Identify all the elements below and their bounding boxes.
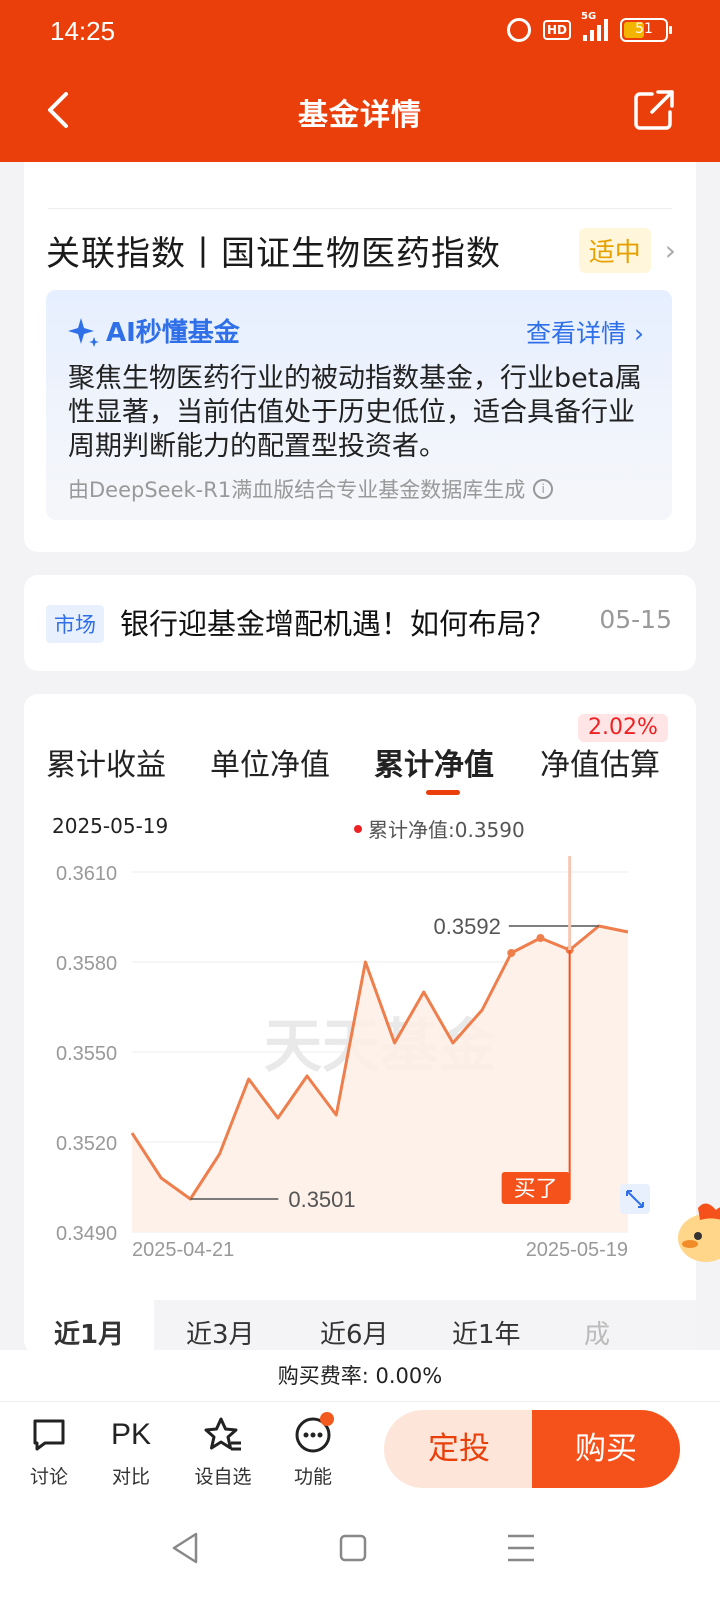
- purchase-fee: 购买费率: 0.00%: [0, 1350, 720, 1402]
- ai-summary-text: 聚焦生物医药行业的被动指数基金，行业beta属性显著，当前估值处于历史低位，适合…: [68, 363, 642, 462]
- period-6m[interactable]: 近6月: [320, 1314, 389, 1351]
- notification-dot: [320, 1412, 334, 1426]
- active-tab-indicator: [426, 790, 460, 795]
- y-tick-label: 0.3490: [56, 1223, 117, 1245]
- y-tick-label: 0.3550: [56, 1043, 117, 1065]
- chevron-right-icon: ›: [664, 233, 676, 267]
- share-icon[interactable]: [632, 88, 676, 132]
- y-tick-label: 0.3580: [56, 953, 117, 975]
- period-since-inception[interactable]: 成: [584, 1314, 610, 1351]
- chart-tabs: 累计收益 单位净值 累计净值 净值估算 2.02%: [24, 714, 696, 795]
- network-label: 5G: [581, 11, 597, 22]
- news-card[interactable]: 市场 银行迎基金增配机遇！如何布局？ 05-15: [24, 575, 696, 671]
- max-label: 0.3592: [434, 914, 501, 939]
- status-time: 14:25: [50, 16, 116, 46]
- status-icons: HD 5G 51: [506, 11, 672, 42]
- add-watchlist-button[interactable]: 设自选: [188, 1414, 258, 1489]
- chart-legend: 累计净值:0.3590: [354, 814, 525, 843]
- auto-invest-button[interactable]: 定投: [384, 1410, 534, 1488]
- ai-source-text: 由DeepSeek-R1满血版结合专业基金数据库生成: [68, 478, 526, 502]
- add-watchlist-label: 设自选: [194, 1466, 252, 1488]
- tab-cumulative-return[interactable]: 累计收益: [46, 740, 166, 784]
- ai-header: AI秒懂基金: [68, 312, 240, 349]
- bottom-action-bar: 讨论 PK 对比 设自选 功能 定投 购买: [0, 1402, 720, 1500]
- related-index-label: 关联指数丨国证生物医药指数: [46, 233, 501, 274]
- system-nav-bar: [0, 1500, 720, 1600]
- y-tick-label: 0.3520: [56, 1133, 117, 1155]
- chart-card: 累计收益 单位净值 累计净值 净值估算 2.02% 2025-05-19 累计净…: [24, 694, 696, 1354]
- ai-details-link[interactable]: 查看详情 ›: [526, 314, 644, 350]
- buy-button[interactable]: 购买: [532, 1410, 680, 1488]
- news-headline: 银行迎基金增配机遇！如何布局？: [120, 607, 556, 641]
- discuss-button[interactable]: 讨论: [14, 1414, 84, 1489]
- x-tick-end: 2025-05-19: [526, 1239, 628, 1261]
- page-title: 基金详情: [298, 98, 422, 133]
- x-tick-start: 2025-04-21: [132, 1239, 234, 1261]
- hd-icon: HD: [542, 20, 571, 40]
- nav-bar: 基金详情: [0, 76, 720, 142]
- data-point: [536, 934, 545, 942]
- fund-info-card: 日涨幅 05-19 近1年 净值 05-19 关联指数丨国证生物医药指数 适中 …: [24, 140, 696, 552]
- alarm-icon: [506, 18, 531, 42]
- buy-marker-label: 买了: [514, 1177, 558, 1202]
- top-bar: 14:25 HD 5G 51 基金详情: [0, 0, 720, 162]
- signal-icon: 5G: [581, 11, 608, 41]
- status-bar: 14:25 HD 5G 51: [0, 0, 720, 66]
- mascot-icon[interactable]: [676, 1198, 720, 1268]
- ai-source-note: 由DeepSeek-R1满血版结合专业基金数据库生成 i: [68, 474, 554, 504]
- pk-icon: PK: [110, 1418, 152, 1451]
- data-point: [507, 949, 516, 957]
- news-date: 05-15: [599, 605, 672, 634]
- legend-text: 累计净值:0.3590: [368, 818, 525, 842]
- battery-level: 51: [635, 21, 653, 37]
- legend-dot: [354, 824, 362, 833]
- ai-title: AI秒懂基金: [106, 318, 240, 348]
- period-1y[interactable]: 近1年: [452, 1314, 521, 1351]
- compare-label: 对比: [111, 1466, 150, 1488]
- estimate-badge: 2.02%: [578, 714, 668, 742]
- info-icon[interactable]: i: [533, 479, 554, 499]
- tab-nav-estimate[interactable]: 净值估算: [540, 740, 660, 784]
- news-tag: 市场: [46, 605, 104, 643]
- sparkle-icon: [68, 317, 99, 347]
- battery-icon: 51: [620, 18, 672, 42]
- related-index-row[interactable]: 关联指数丨国证生物医药指数 适中 ›: [46, 220, 676, 280]
- chat-icon: [33, 1419, 65, 1451]
- nav-chart[interactable]: 0.36100.35800.35500.35200.3490天天基金0.3592…: [24, 844, 696, 1304]
- nav-menu-icon[interactable]: [506, 1530, 536, 1566]
- star-icon: [204, 1417, 241, 1451]
- period-1m[interactable]: 近1月: [54, 1314, 124, 1351]
- y-tick-label: 0.3610: [56, 863, 117, 885]
- valuation-badge: 适中: [578, 227, 651, 273]
- tab-unit-nav[interactable]: 单位净值: [210, 740, 330, 784]
- compare-button[interactable]: PK 对比: [96, 1414, 166, 1489]
- tab-cumulative-nav[interactable]: 累计净值: [374, 740, 494, 784]
- divider: [48, 208, 672, 209]
- min-label: 0.3501: [288, 1187, 355, 1212]
- more-functions-label: 功能: [293, 1466, 332, 1488]
- nav-back-icon[interactable]: [170, 1530, 200, 1566]
- more-functions-button[interactable]: 功能: [278, 1412, 348, 1489]
- ai-summary-box: AI秒懂基金 查看详情 › 聚焦生物医药行业的被动指数基金，行业beta属性显著…: [46, 290, 672, 520]
- nav-home-icon[interactable]: [338, 1530, 368, 1566]
- discuss-label: 讨论: [29, 1466, 68, 1488]
- period-3m[interactable]: 近3月: [186, 1314, 255, 1351]
- chart-selected-date: 2025-05-19: [52, 814, 169, 838]
